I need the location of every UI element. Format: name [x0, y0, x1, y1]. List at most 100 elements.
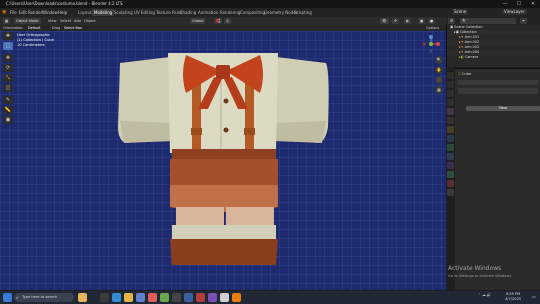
pan-icon[interactable]: ✋ [435, 66, 443, 74]
outliner-editor-icon[interactable]: ☰ [448, 18, 456, 24]
shorts-upper [170, 159, 278, 185]
taskbar-search[interactable]: ⌕ Type here to search [14, 293, 74, 302]
menu-select[interactable]: Select [60, 17, 71, 25]
taskbar: ⌕ Type here to search ⌃ ☁ 🔊 9:55 PM 4/7/… [0, 291, 540, 304]
blender-taskbar-icon[interactable] [232, 293, 241, 302]
add-cube-icon[interactable]: ▣ [3, 116, 13, 124]
windows-start-icon[interactable] [3, 293, 12, 302]
edge-icon[interactable] [112, 293, 121, 302]
scale-icon[interactable]: ⤡ [3, 74, 13, 82]
constraints-tab-icon[interactable] [447, 162, 454, 169]
armature-icon: ▸✦ [459, 35, 464, 39]
viewport-header: ▦ Object Mode View Select Add Object Glo… [0, 17, 446, 25]
activation-watermark-title: Activate Windows [448, 265, 502, 272]
mode-selector[interactable]: Object Mode [14, 18, 41, 24]
menu-edit[interactable]: Edit [19, 8, 27, 17]
snap-icon[interactable]: 🧲 [214, 18, 223, 24]
scene-tab-icon[interactable] [447, 108, 454, 115]
outliner-search-icon[interactable]: 🔍 [460, 18, 516, 24]
filter-icon[interactable]: ⏷ [520, 18, 527, 24]
cursor-icon[interactable]: ✚ [3, 32, 13, 40]
armature-icon: ▸✦ [459, 40, 464, 44]
zoom-icon[interactable]: 🔍 [435, 56, 443, 64]
view-layer-selector[interactable]: ViewLayer [502, 9, 527, 15]
view-layer-tab-icon[interactable] [447, 99, 454, 106]
transform-orientation[interactable]: Global [190, 18, 206, 24]
texture-tab-icon[interactable] [447, 189, 454, 196]
armature-icon: ▸✦ [459, 45, 464, 49]
slot-list[interactable] [458, 80, 538, 85]
tool-tab-icon[interactable] [447, 72, 454, 79]
gizmo-toggle-icon[interactable]: ✣ [392, 18, 400, 24]
measure-icon[interactable]: 📏 [3, 106, 13, 114]
new-button[interactable]: New [466, 106, 540, 111]
data-block-selector[interactable] [458, 88, 538, 94]
minimize-button[interactable]: — [498, 0, 512, 8]
store-icon[interactable] [136, 293, 145, 302]
grid-scale-info: 10 Centimeters [17, 43, 45, 47]
clock[interactable]: 9:55 PM 4/7/2025 [505, 292, 521, 302]
discord-icon[interactable] [208, 293, 217, 302]
viewport-info: User Orthographic (1) Collection | Cube … [17, 33, 54, 48]
steam-icon[interactable] [172, 293, 181, 302]
task-view-icon[interactable] [100, 293, 109, 302]
render-tab-icon[interactable] [447, 81, 454, 88]
maximize-button[interactable]: ☐ [512, 0, 526, 8]
tool-bar: ✚ ⬚ ✥ ⟳ ⤡ ◫ ✎ 📏 ▣ [3, 32, 13, 124]
properties-editor [446, 68, 540, 290]
app-icon[interactable] [184, 293, 193, 302]
left-leg [176, 207, 224, 227]
menu-window[interactable]: Window [42, 8, 58, 17]
data-tab-icon[interactable] [447, 171, 454, 178]
visibility-icon[interactable]: 👁 [380, 18, 389, 24]
tab-modeling[interactable]: Modeling [92, 9, 115, 16]
transform-icon[interactable]: ◫ [3, 84, 13, 92]
modifier-tab-icon[interactable] [447, 135, 454, 142]
particles-tab-icon[interactable] [447, 144, 454, 151]
app-icon[interactable] [160, 293, 169, 302]
3d-viewport[interactable] [0, 31, 446, 290]
navigation-gizmo[interactable] [420, 33, 442, 55]
annotate-icon[interactable]: ✎ [3, 96, 13, 104]
costume-model[interactable] [0, 31, 446, 290]
right-cuff [274, 121, 326, 143]
overlay-toggle-icon[interactable]: ◐ [404, 18, 412, 24]
left-suspender [192, 83, 201, 153]
tab-layout[interactable]: Layout [76, 9, 94, 16]
world-tab-icon[interactable] [447, 117, 454, 124]
shading-solid-icon[interactable]: ● [428, 18, 436, 24]
mail-icon[interactable] [148, 293, 157, 302]
perspective-toggle-icon[interactable]: ▦ [435, 86, 443, 94]
file-explorer-icon[interactable] [124, 293, 133, 302]
material-tab-icon[interactable] [447, 180, 454, 187]
weather-icon[interactable] [78, 293, 87, 302]
editor-type-icon[interactable]: ▦ [3, 18, 11, 24]
menu-object[interactable]: Object [84, 17, 96, 25]
object-tab-icon[interactable] [447, 126, 454, 133]
tab-scripting[interactable]: Scripting [292, 9, 314, 16]
menu-render[interactable]: Render [28, 8, 42, 17]
left-buckle [191, 128, 202, 135]
tray-icons[interactable]: ⌃ ☁ 🔊 [478, 293, 491, 297]
chrome-icon[interactable] [220, 293, 229, 302]
search-icon: ⌕ [16, 295, 19, 300]
physics-tab-icon[interactable] [447, 153, 454, 160]
menu-view[interactable]: View [48, 17, 57, 25]
camera-view-icon[interactable]: 🎥 [435, 76, 443, 84]
menu-help[interactable]: Help [58, 8, 67, 17]
rotate-icon[interactable]: ⟳ [3, 64, 13, 72]
tab-animation[interactable]: Animation [196, 9, 220, 16]
proportional-icon[interactable]: ◎ [224, 18, 232, 24]
menu-add[interactable]: Add [74, 17, 81, 25]
notification-icon[interactable]: ▭ [532, 294, 536, 299]
app-icon[interactable] [196, 293, 205, 302]
close-button[interactable]: ✕ [526, 0, 540, 8]
scene-selector[interactable]: Scene [452, 9, 469, 15]
blender-logo-icon[interactable]: ◉ [2, 8, 6, 17]
output-tab-icon[interactable] [447, 90, 454, 97]
outliner-row[interactable]: ▸◧ Camera [447, 55, 540, 60]
select-icon[interactable]: ⬚ [3, 42, 13, 50]
xray-toggle-icon[interactable]: ▣ [418, 18, 426, 24]
move-icon[interactable]: ✥ [3, 54, 13, 62]
menu-file[interactable]: File [10, 8, 17, 17]
